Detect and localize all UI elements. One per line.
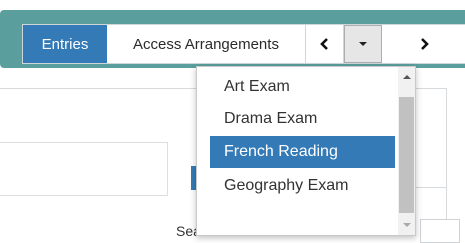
caret-down-icon bbox=[359, 42, 367, 46]
chevron-right-icon bbox=[421, 38, 429, 50]
next-tab-button[interactable] bbox=[382, 25, 465, 63]
tabs-dropdown-menu: Art Exam Drama Exam French Reading Geogr… bbox=[196, 66, 416, 236]
tab-entries[interactable]: Entries bbox=[23, 25, 107, 63]
tab-bar: Entries Access Arrangements bbox=[22, 24, 465, 64]
prev-tab-button[interactable] bbox=[306, 25, 344, 63]
scroll-thumb[interactable] bbox=[399, 97, 414, 213]
chevron-left-icon bbox=[319, 38, 328, 50]
menu-item-geography-exam[interactable]: Geography Exam bbox=[210, 170, 395, 202]
menu-item-french-reading[interactable]: French Reading bbox=[210, 136, 395, 168]
dropdown-scrollbar[interactable] bbox=[398, 67, 415, 235]
menu-item-art-exam[interactable]: Art Exam bbox=[210, 71, 395, 103]
tabs-dropdown-button[interactable] bbox=[344, 25, 382, 63]
search-input[interactable] bbox=[420, 219, 460, 243]
scroll-down-icon[interactable] bbox=[398, 217, 415, 233]
tab-access-arrangements[interactable]: Access Arrangements bbox=[107, 25, 306, 63]
content-input-box[interactable] bbox=[0, 142, 168, 196]
scroll-up-icon[interactable] bbox=[398, 69, 415, 85]
menu-item-drama-exam[interactable]: Drama Exam bbox=[210, 103, 395, 135]
